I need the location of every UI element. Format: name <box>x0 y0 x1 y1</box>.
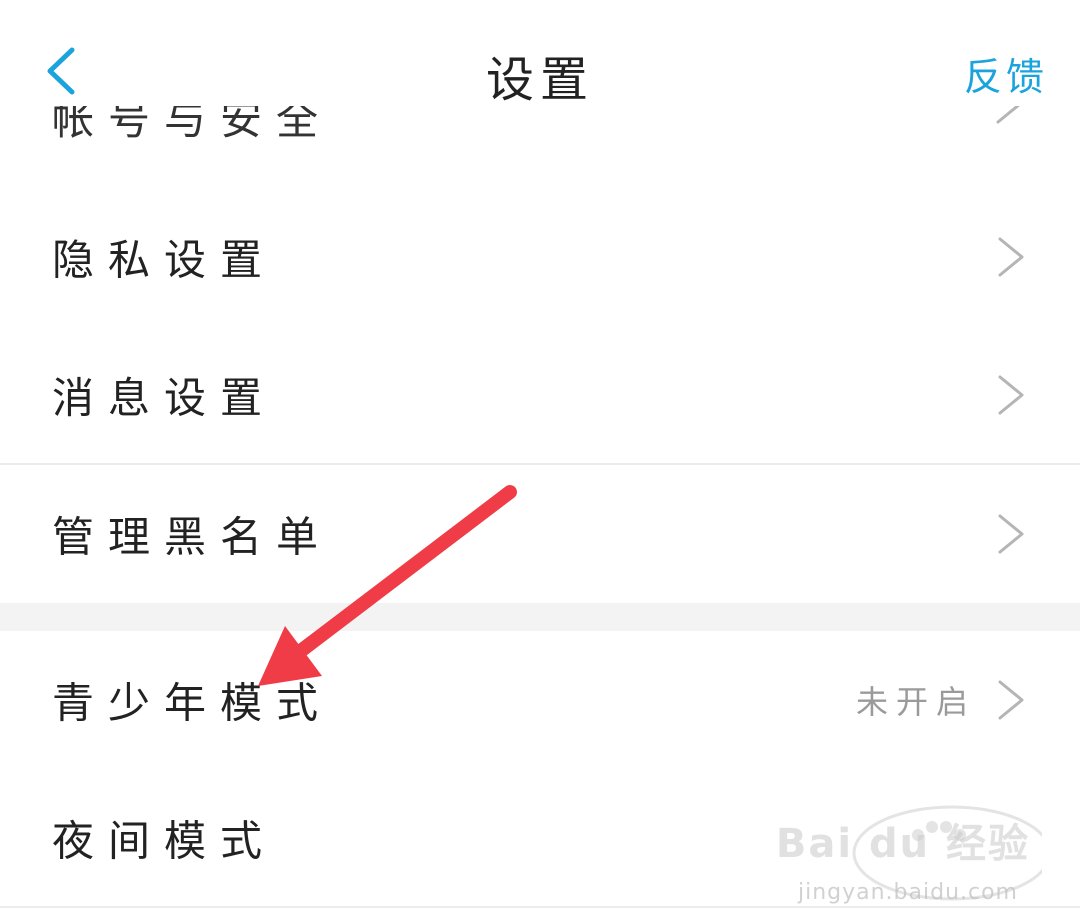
watermark-url: jingyan.baidu.com <box>797 880 1018 905</box>
watermark-brand: Bai du 经验 <box>775 821 1030 867</box>
annotation-arrow-icon <box>258 485 517 686</box>
